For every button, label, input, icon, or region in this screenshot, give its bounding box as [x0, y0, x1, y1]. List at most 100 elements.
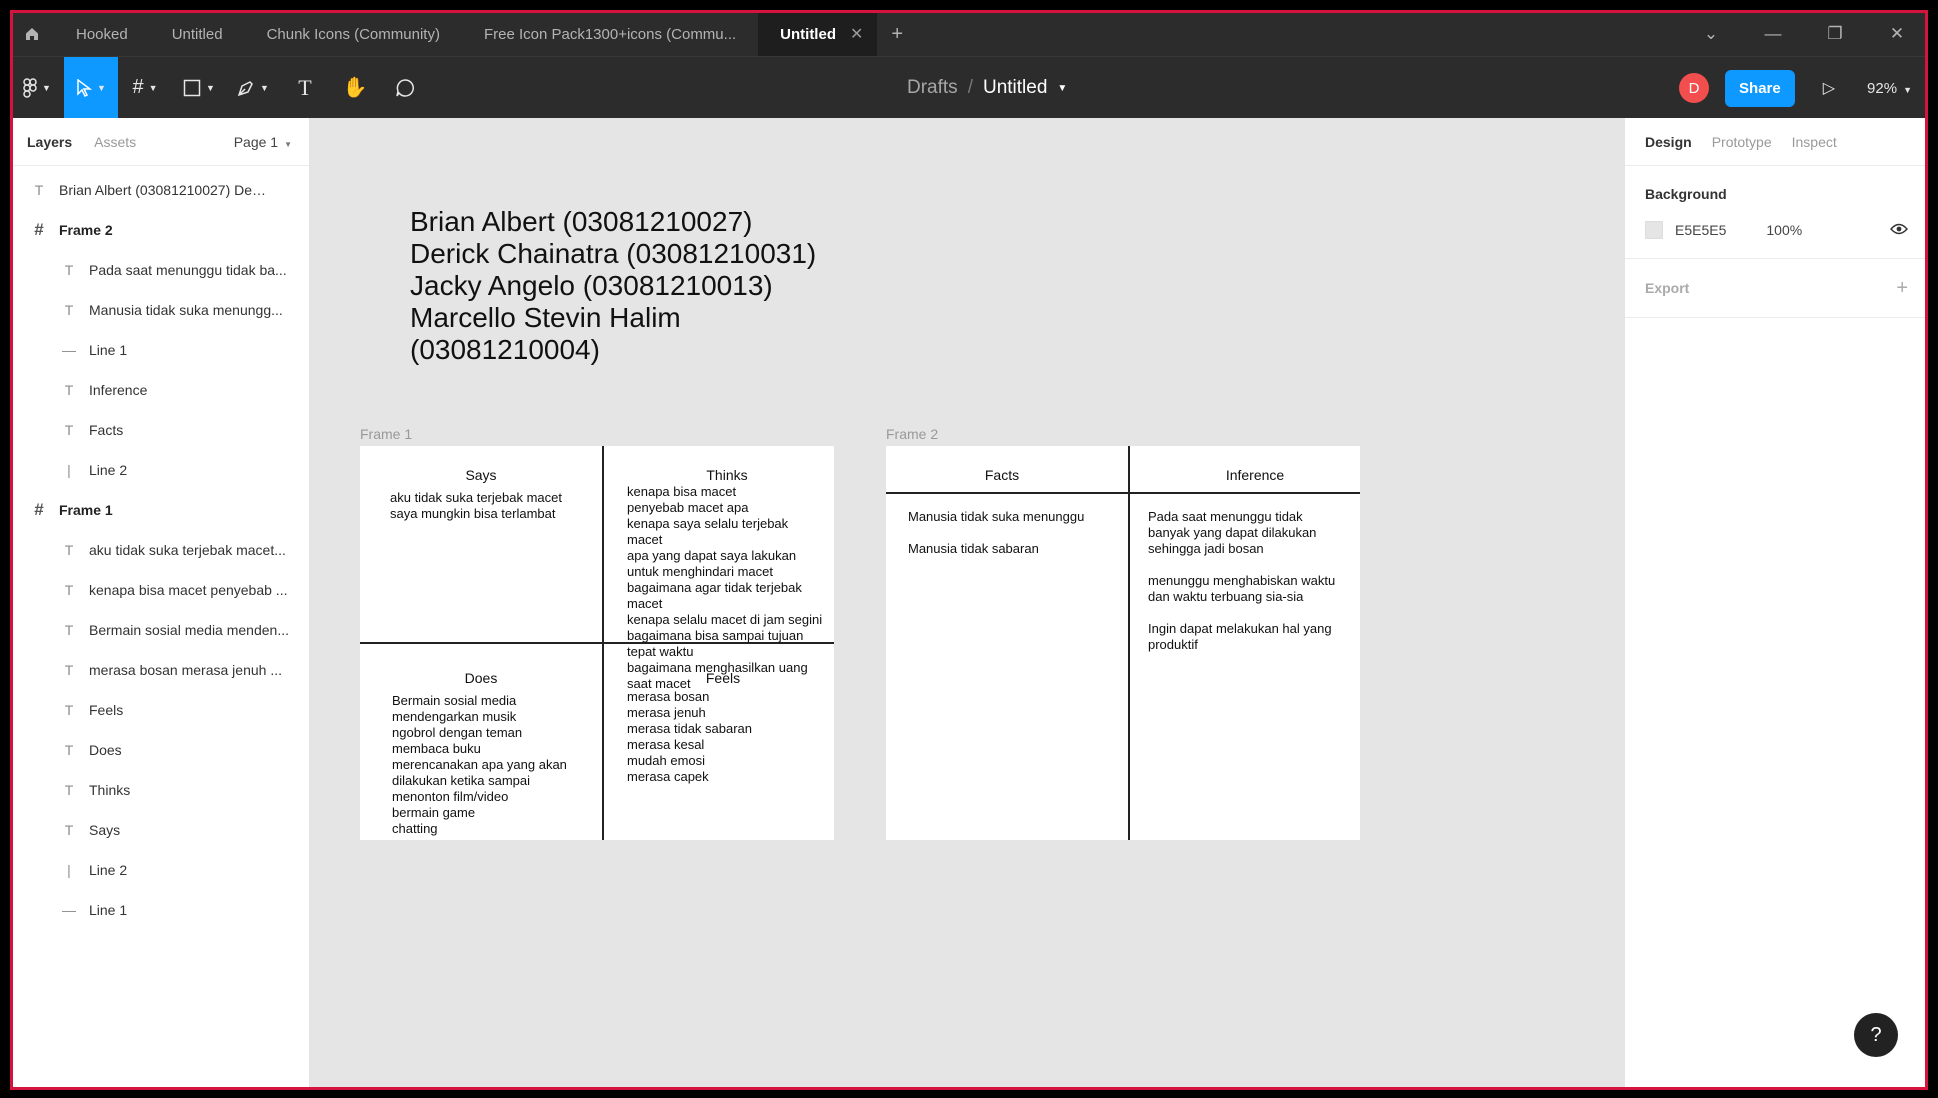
background-heading: Background: [1645, 186, 1727, 202]
line-layer-icon: |: [67, 862, 71, 878]
add-export-icon[interactable]: +: [1896, 277, 1908, 300]
frame2[interactable]: Facts Manusia tidak suka menunggu Manusi…: [886, 446, 1360, 840]
present-play-icon[interactable]: ▷: [1823, 78, 1835, 98]
export-heading: Export: [1645, 280, 1690, 296]
shape-tool[interactable]: ▼: [172, 57, 226, 119]
close-window-icon[interactable]: ✕: [1866, 24, 1928, 44]
frame2-label[interactable]: Frame 2: [886, 426, 938, 442]
facts-title[interactable]: Facts: [886, 467, 1118, 483]
chevron-down-icon: ▼: [97, 82, 106, 93]
close-tab-icon[interactable]: ✕: [850, 24, 863, 44]
tab-hooked[interactable]: Hooked: [54, 12, 150, 56]
layer-row[interactable]: T Inference: [10, 370, 309, 410]
new-tab-icon[interactable]: +: [877, 12, 917, 56]
layer-label: Says: [89, 822, 121, 838]
layer-row[interactable]: Tkenapa bisa macet penyebab ...: [10, 570, 309, 610]
move-tool[interactable]: ▼: [64, 56, 118, 119]
layer-row[interactable]: Tmerasa bosan merasa jenuh ...: [10, 650, 309, 690]
background-opacity-input[interactable]: 100%: [1766, 222, 1802, 238]
line-layer-icon: —: [62, 342, 76, 358]
tab-prototype[interactable]: Prototype: [1712, 134, 1772, 150]
names-text[interactable]: Brian Albert (03081210027) Derick Chaina…: [410, 206, 816, 366]
inference-text[interactable]: Pada saat menunggu tidak banyak yang dap…: [1148, 509, 1348, 653]
chevron-down-icon[interactable]: ⌄: [1680, 24, 1742, 44]
does-title[interactable]: Does: [360, 670, 602, 686]
hand-tool[interactable]: ✋: [330, 57, 380, 119]
layer-row[interactable]: | Line 2: [10, 850, 309, 890]
layer-row[interactable]: — Line 1: [10, 890, 309, 930]
background-swatch[interactable]: [1645, 221, 1663, 239]
layer-row[interactable]: | Line 2: [10, 450, 309, 490]
layer-row[interactable]: # Frame 1: [10, 490, 309, 530]
restore-icon[interactable]: ❐: [1804, 24, 1866, 44]
layer-row[interactable]: Taku tidak suka terjebak macet...: [10, 530, 309, 570]
feels-text[interactable]: merasa bosan merasa jenuh merasa tidak s…: [627, 689, 827, 785]
page-selector[interactable]: Page 1 ▼: [234, 134, 292, 150]
layer-row[interactable]: T Facts: [10, 410, 309, 450]
frame-tool[interactable]: # ▼: [118, 57, 172, 119]
says-title[interactable]: Says: [360, 467, 602, 483]
main-menu-button[interactable]: ▼: [10, 57, 64, 119]
line-layer-icon: |: [67, 462, 71, 478]
frame-layer-icon: #: [34, 220, 44, 239]
says-text[interactable]: aku tidak suka terjebak macet saya mungk…: [390, 490, 590, 522]
frame1[interactable]: Says aku tidak suka terjebak macet saya …: [360, 446, 834, 840]
rectangle-icon: [183, 79, 201, 96]
text-layer-icon: T: [64, 542, 74, 558]
chevron-down-icon[interactable]: ▼: [1057, 83, 1067, 94]
layer-row[interactable]: T Thinks: [10, 770, 309, 810]
frame2-line-2[interactable]: [1128, 446, 1130, 840]
tab-assets[interactable]: Assets: [94, 134, 136, 150]
inference-title[interactable]: Inference: [1130, 467, 1380, 483]
chevron-down-icon: ▼: [206, 82, 215, 93]
breadcrumb-separator: /: [967, 77, 973, 98]
help-button[interactable]: ?: [1854, 1013, 1898, 1057]
facts-text[interactable]: Manusia tidak suka menunggu Manusia tida…: [908, 509, 1118, 557]
tab-layers[interactable]: Layers: [27, 134, 72, 150]
canvas[interactable]: Brian Albert (03081210027) Derick Chaina…: [310, 118, 1624, 1088]
layer-row[interactable]: T Does: [10, 730, 309, 770]
layer-row[interactable]: T Feels: [10, 690, 309, 730]
file-name[interactable]: Untitled: [983, 77, 1047, 99]
frame-layer-icon: #: [34, 500, 44, 519]
tab-untitled-active[interactable]: Untitled ✕: [758, 12, 878, 56]
pen-tool[interactable]: ▼: [226, 57, 280, 119]
export-section: Export +: [1625, 259, 1928, 318]
does-text[interactable]: Bermain sosial media mendengarkan musik …: [392, 693, 598, 837]
layer-label: Feels: [89, 702, 124, 718]
hand-icon: ✋: [342, 77, 368, 99]
breadcrumb-drafts[interactable]: Drafts: [907, 77, 958, 99]
tab-untitled[interactable]: Untitled: [150, 12, 245, 56]
layer-row[interactable]: T Bermain sosial media menden...: [10, 610, 309, 650]
layers-list: T Brian Albert (03081210027) Derick... # Fr…: [10, 166, 309, 930]
layer-label: merasa bosan merasa jenuh ...: [89, 662, 282, 678]
home-icon[interactable]: [10, 12, 54, 56]
tab-design[interactable]: Design: [1645, 134, 1692, 150]
share-button[interactable]: Share: [1725, 69, 1795, 107]
frame2-line-1[interactable]: [886, 492, 1360, 494]
tab-inspect[interactable]: Inspect: [1792, 134, 1837, 150]
thinks-text[interactable]: kenapa bisa macet penyebab macet apa ken…: [627, 484, 827, 692]
tab-free-icon-pack[interactable]: Free Icon Pack1300+icons (Commu...: [462, 12, 758, 56]
layer-label: Frame 2: [59, 222, 113, 238]
layer-row[interactable]: T Pada saat menunggu tidak ba...: [10, 250, 309, 290]
feels-title[interactable]: Feels: [604, 670, 842, 686]
zoom-dropdown[interactable]: 92% ▼: [1867, 80, 1912, 97]
background-hex-input[interactable]: E5E5E5: [1675, 222, 1726, 238]
window-controls: ⌄ — ❐ ✕: [1680, 12, 1928, 56]
layer-row[interactable]: T Brian Albert (03081210027) Derick...: [10, 170, 309, 210]
frame1-label[interactable]: Frame 1: [360, 426, 412, 442]
layer-row[interactable]: — Line 1: [10, 330, 309, 370]
text-tool[interactable]: T: [280, 57, 330, 119]
thinks-title[interactable]: Thinks: [604, 467, 850, 483]
zoom-level: 92%: [1867, 79, 1898, 97]
layer-row[interactable]: T Manusia tidak suka menungg...: [10, 290, 309, 330]
layer-row[interactable]: # Frame 2: [10, 210, 309, 250]
tab-bar: Hooked Untitled Chunk Icons (Community) …: [10, 12, 1928, 56]
tab-chunk-icons[interactable]: Chunk Icons (Community): [245, 12, 462, 56]
eye-icon[interactable]: [1890, 222, 1908, 238]
comment-tool[interactable]: [380, 57, 430, 119]
avatar[interactable]: D: [1679, 73, 1710, 103]
layer-row[interactable]: T Says: [10, 810, 309, 850]
minimize-icon[interactable]: —: [1742, 24, 1804, 44]
